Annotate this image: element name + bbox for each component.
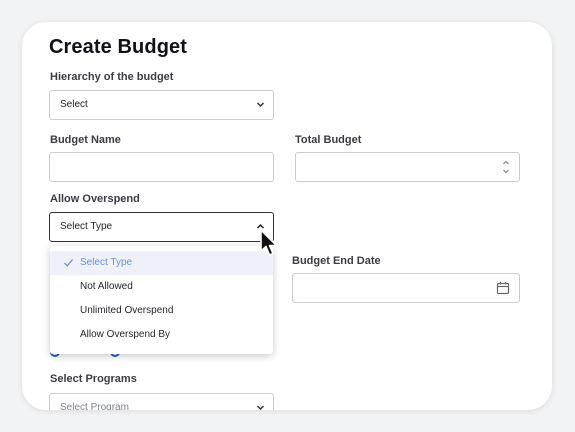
dropdown-option-label: Unlimited Overspend xyxy=(80,305,174,316)
select-programs-value: Select Program xyxy=(60,402,129,410)
overspend-dropdown-menu: Select Type Not Allowed Unlimited Oversp… xyxy=(50,246,273,354)
select-programs-select[interactable]: Select Program xyxy=(49,393,274,410)
budget-end-date-input[interactable] xyxy=(292,273,520,303)
hierarchy-label: Hierarchy of the budget xyxy=(50,71,174,83)
budget-name-label: Budget Name xyxy=(50,134,121,146)
allow-overspend-value: Select Type xyxy=(60,221,113,232)
stepper-arrows-icon[interactable] xyxy=(502,158,510,176)
dropdown-option-label: Select Type xyxy=(80,257,133,268)
hierarchy-select-value: Select xyxy=(60,99,88,110)
select-programs-label: Select Programs xyxy=(50,373,137,385)
dropdown-option-not-allowed[interactable]: Not Allowed xyxy=(50,275,273,299)
dropdown-option-unlimited-overspend[interactable]: Unlimited Overspend xyxy=(50,299,273,323)
check-icon xyxy=(64,259,74,267)
calendar-icon[interactable] xyxy=(496,281,510,295)
hierarchy-select[interactable]: Select xyxy=(49,90,274,120)
dropdown-option-label: Allow Overspend By xyxy=(80,329,171,340)
dropdown-option-select-type[interactable]: Select Type xyxy=(50,251,273,275)
budget-end-date-label: Budget End Date xyxy=(292,255,381,267)
dropdown-option-label: Not Allowed xyxy=(80,281,133,292)
mouse-cursor-icon xyxy=(260,229,278,256)
dropdown-option-allow-overspend-by[interactable]: Allow Overspend By xyxy=(50,323,273,347)
budget-name-input[interactable] xyxy=(49,152,274,182)
create-budget-card: Create Budget Hierarchy of the budget Se… xyxy=(22,22,552,410)
chevron-down-icon xyxy=(256,394,265,410)
chevron-down-icon xyxy=(256,91,265,130)
allow-overspend-select[interactable]: Select Type xyxy=(49,212,274,242)
total-budget-input[interactable] xyxy=(295,152,520,182)
page-title: Create Budget xyxy=(49,36,187,58)
total-budget-label: Total Budget xyxy=(295,134,362,146)
allow-overspend-label: Allow Overspend xyxy=(50,193,140,205)
